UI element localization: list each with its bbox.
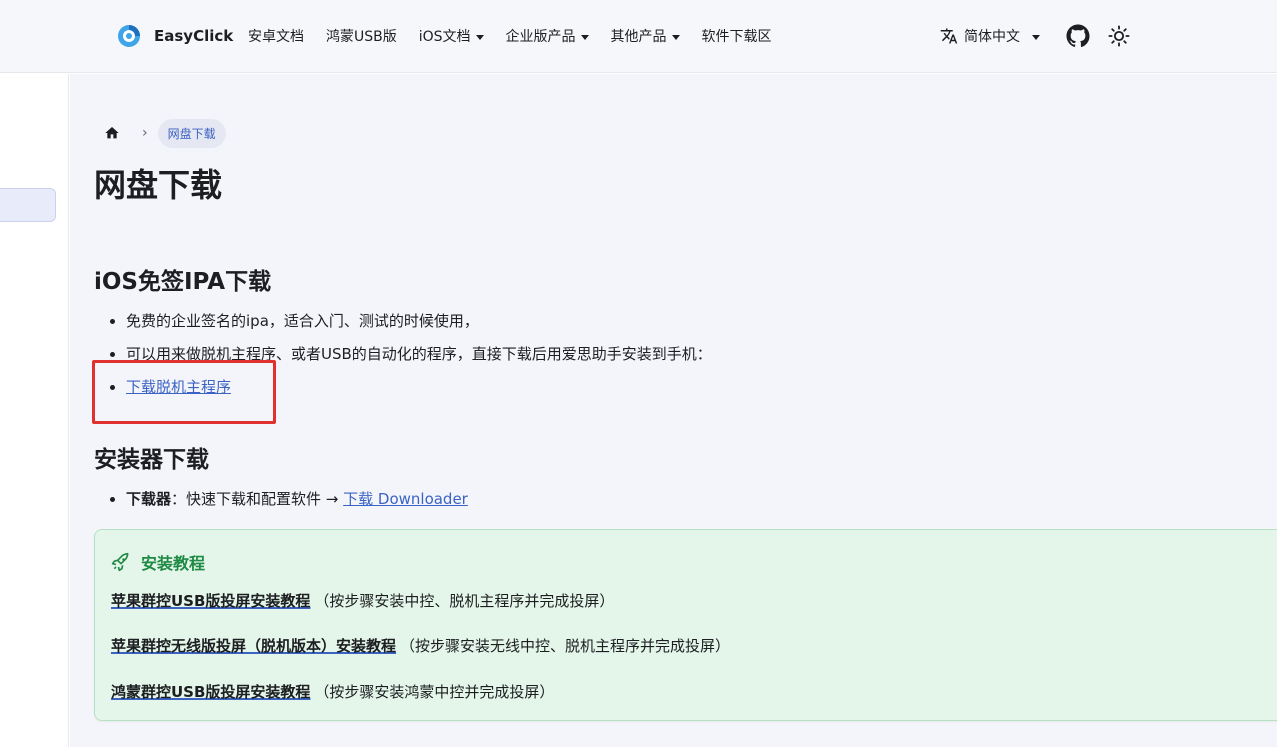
nav-link-label: 鸿蒙USB版 bbox=[326, 29, 397, 45]
sidebar-item-active[interactable] bbox=[0, 188, 56, 222]
breadcrumb: › 网盘下载 bbox=[104, 118, 226, 148]
main-content: › 网盘下载 网盘下载 iOS免签IPA下载 免费的企业签名的ipa，适合入门、… bbox=[70, 74, 1277, 747]
tip-header: 安装教程 bbox=[111, 550, 205, 574]
installer-list: 下载器：快速下载和配置软件 → 下载 Downloader bbox=[126, 483, 468, 516]
nav-link-label: 其他产品 bbox=[610, 29, 667, 45]
tutorial-note: （按步骤安装鸿蒙中控并完成投屏） bbox=[314, 683, 555, 701]
nav-link-label: 安卓文档 bbox=[248, 29, 304, 45]
installer-section-heading: 安装器下载 bbox=[94, 447, 209, 473]
language-dropdown[interactable]: 简体中文 bbox=[940, 26, 1040, 46]
tutorial-harmony-usb-link[interactable]: 鸿蒙群控USB版投屏安装教程 bbox=[111, 683, 310, 701]
tutorial-row: 鸿蒙群控USB版投屏安装教程 （按步骤安装鸿蒙中控并完成投屏） bbox=[111, 681, 554, 702]
nav-android-docs[interactable]: 安卓文档 bbox=[248, 26, 304, 46]
highlight-annotation-box bbox=[92, 360, 276, 424]
easyclick-logo-icon bbox=[118, 25, 140, 47]
tutorial-row: 苹果群控无线版投屏（脱机版本）安装教程 （按步骤安装无线中控、脱机主程序并完成投屏… bbox=[111, 635, 730, 656]
chevron-down-icon bbox=[1032, 34, 1040, 40]
tutorial-row: 苹果群控USB版投屏安装教程 （按步骤安装中控、脱机主程序并完成投屏） bbox=[111, 590, 614, 611]
language-label: 简体中文 bbox=[964, 29, 1020, 45]
sidebar bbox=[0, 74, 69, 747]
nav-right: 简体中文 bbox=[940, 22, 1130, 50]
brand[interactable]: EasyClick bbox=[116, 22, 233, 50]
chevron-down-icon bbox=[475, 34, 484, 40]
list-item: 下载器：快速下载和配置软件 → 下载 Downloader bbox=[126, 483, 468, 516]
rocket-icon bbox=[111, 552, 129, 572]
nav-ios-docs[interactable]: iOS文档 bbox=[419, 26, 484, 46]
home-icon[interactable] bbox=[104, 125, 120, 141]
nav-other-products[interactable]: 其他产品 bbox=[611, 26, 680, 46]
chevron-down-icon bbox=[580, 34, 589, 40]
list-item: 免费的企业签名的ipa，适合入门、测试的时候使用， bbox=[126, 305, 712, 338]
nav-software-downloads[interactable]: 软件下载区 bbox=[702, 26, 772, 46]
tip-title: 安装教程 bbox=[141, 554, 206, 573]
page-title: 网盘下载 bbox=[94, 166, 223, 204]
nav-link-label: iOS文档 bbox=[418, 29, 471, 45]
nav-harmony-usb[interactable]: 鸿蒙USB版 bbox=[326, 26, 397, 46]
downloader-label: 下载器 bbox=[126, 490, 172, 508]
tutorial-apple-wireless-link[interactable]: 苹果群控无线版投屏（脱机版本）安装教程 bbox=[111, 637, 396, 655]
chevron-down-icon bbox=[671, 34, 680, 40]
breadcrumb-current: 网盘下载 bbox=[157, 118, 226, 148]
tutorial-apple-usb-link[interactable]: 苹果群控USB版投屏安装教程 bbox=[111, 592, 310, 610]
downloader-text: ：快速下载和配置软件 → bbox=[171, 490, 344, 508]
navbar: EasyClick 安卓文档 鸿蒙USB版 iOS文档 企业版产品 其他产品 软… bbox=[0, 0, 1277, 73]
translate-icon bbox=[940, 28, 958, 44]
install-tutorial-tip: 安装教程 苹果群控USB版投屏安装教程 （按步骤安装中控、脱机主程序并完成投屏） … bbox=[94, 529, 1277, 721]
brand-title: EasyClick bbox=[154, 27, 234, 45]
sun-icon[interactable] bbox=[1108, 25, 1130, 47]
nav-link-label: 软件下载区 bbox=[701, 29, 772, 45]
github-icon[interactable] bbox=[1066, 24, 1090, 48]
tutorial-note: （按步骤安装无线中控、脱机主程序并完成投屏） bbox=[400, 637, 731, 655]
ios-section-heading: iOS免签IPA下载 bbox=[94, 269, 272, 295]
nav-enterprise-products[interactable]: 企业版产品 bbox=[506, 26, 589, 46]
download-downloader-link[interactable]: 下载 Downloader bbox=[343, 490, 468, 508]
nav-link-label: 企业版产品 bbox=[505, 29, 576, 45]
nav-links: 安卓文档 鸿蒙USB版 iOS文档 企业版产品 其他产品 软件下载区 bbox=[248, 24, 794, 48]
tutorial-note: （按步骤安装中控、脱机主程序并完成投屏） bbox=[314, 592, 615, 610]
chevron-right-icon: › bbox=[142, 125, 148, 141]
